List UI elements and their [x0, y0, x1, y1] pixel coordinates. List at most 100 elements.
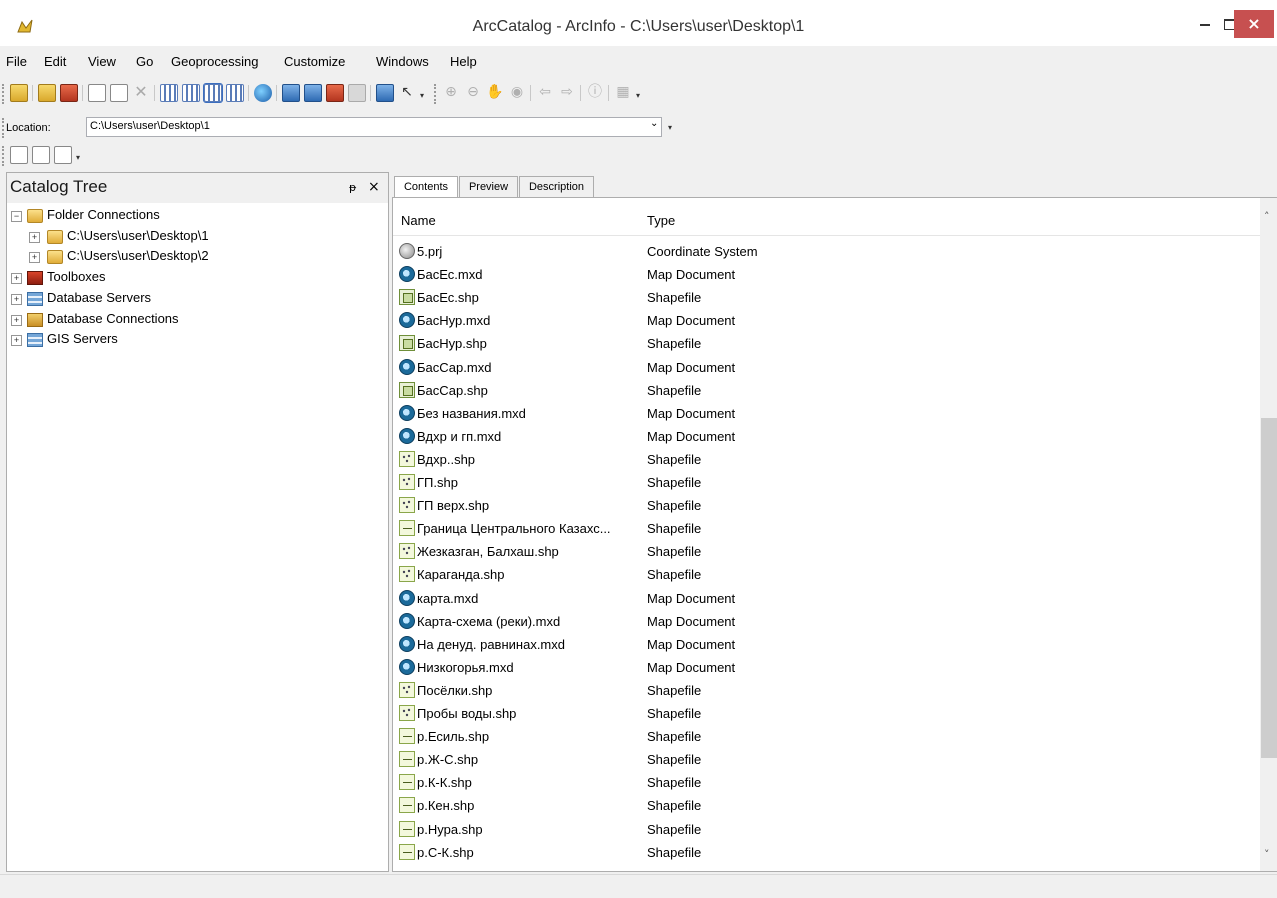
list-item[interactable]: БасЕс.shp Shapefile — [393, 287, 1253, 310]
forward-arrow-icon[interactable]: ⇨ — [558, 84, 576, 102]
scroll-down-icon[interactable]: ˅ — [1264, 848, 1270, 861]
list-item[interactable]: р.С-К.shp Shapefile — [393, 842, 1253, 865]
menu-help[interactable]: Help — [450, 54, 477, 69]
list-item[interactable]: Низкогорья.mxd Map Document — [393, 657, 1253, 680]
list-item[interactable]: р.Есиль.shp Shapefile — [393, 726, 1253, 749]
list-item[interactable]: Жезказган, Балхаш.shp Shapefile — [393, 541, 1253, 564]
expand-icon[interactable]: + — [29, 252, 40, 263]
list-item[interactable]: БасСар.mxd Map Document — [393, 357, 1253, 380]
import-metadata-icon[interactable] — [32, 146, 50, 164]
file-name: р.Кен.shp — [417, 798, 475, 814]
toolbar-grip[interactable] — [2, 146, 7, 166]
close-window-button[interactable]: × — [1234, 10, 1274, 38]
menu-edit[interactable]: Edit — [44, 54, 66, 69]
menu-windows[interactable]: Windows — [376, 54, 429, 69]
toolbar-options-chevron-icon[interactable]: ▾ — [420, 92, 428, 100]
menu-customize[interactable]: Customize — [284, 54, 345, 69]
modelbuilder-icon[interactable] — [376, 84, 394, 102]
list-item[interactable]: р.Кен.shp Shapefile — [393, 795, 1253, 818]
generate-preview-icon[interactable]: ▦ — [614, 84, 632, 102]
menu-view[interactable]: View — [88, 54, 116, 69]
tab-contents[interactable]: Contents — [394, 176, 458, 198]
toolbar-options-chevron-icon[interactable]: ▾ — [636, 92, 644, 100]
edit-metadata-icon[interactable] — [10, 146, 28, 164]
scroll-thumb[interactable] — [1261, 418, 1277, 758]
list-item[interactable]: Вдхр и гп.mxd Map Document — [393, 426, 1253, 449]
list-item[interactable]: Посёлки.shp Shapefile — [393, 680, 1253, 703]
list-item[interactable]: Вдхр..shp Shapefile — [393, 449, 1253, 472]
expand-icon[interactable]: + — [29, 232, 40, 243]
pan-icon[interactable]: ✋ — [486, 84, 504, 102]
zoom-in-icon[interactable]: ⊕ — [442, 84, 460, 102]
arctoolbox-window-icon[interactable] — [326, 84, 344, 102]
folder-icon — [47, 250, 63, 264]
list-item[interactable]: Караганда.shp Shapefile — [393, 564, 1253, 587]
launch-arcmap-icon[interactable] — [254, 84, 272, 102]
file-name: Пробы воды.shp — [417, 706, 517, 721]
menu-go[interactable]: Go — [136, 54, 153, 69]
list-item[interactable]: карта.mxd Map Document — [393, 588, 1253, 611]
large-icons-icon[interactable] — [160, 84, 178, 102]
details-view-icon[interactable] — [203, 83, 223, 103]
list-item[interactable]: На денуд. равнинах.mxd Map Document — [393, 634, 1253, 657]
list-item[interactable]: р.К-К.shp Shapefile — [393, 772, 1253, 795]
list-item[interactable]: ГП верх.shp Shapefile — [393, 495, 1253, 518]
list-item[interactable]: Граница Центрального Казахс... Shapefile — [393, 518, 1253, 541]
expand-icon[interactable]: + — [11, 315, 22, 326]
export-metadata-icon[interactable] — [54, 146, 72, 164]
menu-geoprocessing[interactable]: Geoprocessing — [171, 54, 258, 69]
column-header-name[interactable]: Name — [401, 213, 436, 228]
location-input[interactable]: C:\Users\user\Desktop\1 — [86, 117, 662, 137]
toolbar-grip[interactable] — [2, 84, 7, 104]
close-pane-icon[interactable]: × — [368, 179, 380, 195]
toolbar-options-chevron-icon[interactable]: ▾ — [76, 154, 84, 162]
list-item[interactable]: Пробы воды.shp Shapefile — [393, 703, 1253, 726]
paste-icon[interactable] — [110, 84, 128, 102]
up-one-level-icon[interactable] — [10, 84, 28, 102]
list-item[interactable]: ГП.shp Shapefile — [393, 472, 1253, 495]
file-name: БасСар.mxd — [417, 359, 492, 375]
list-item[interactable]: р.Ж-С.shp Shapefile — [393, 749, 1253, 772]
whats-this-icon[interactable]: ↖ — [398, 84, 416, 102]
expand-icon[interactable]: + — [11, 273, 22, 284]
toolbar-grip[interactable] — [434, 84, 439, 104]
list-item[interactable]: 5.prj Coordinate System — [393, 241, 1253, 264]
list-view-icon[interactable] — [182, 84, 200, 102]
column-header-type[interactable]: Type — [647, 213, 675, 228]
back-arrow-icon[interactable]: ⇦ — [536, 84, 554, 102]
python-window-icon[interactable] — [348, 84, 366, 102]
tab-description[interactable]: Description — [519, 176, 594, 197]
full-extent-icon[interactable]: ◉ — [508, 84, 526, 102]
list-item[interactable]: БасНур.shp Shapefile — [393, 333, 1253, 356]
list-item[interactable]: р.Нура.shp Shapefile — [393, 819, 1253, 842]
list-item[interactable]: БасЕс.mxd Map Document — [393, 264, 1253, 287]
file-name: р.Нура.shp — [417, 821, 483, 837]
zoom-out-icon[interactable]: ⊖ — [464, 84, 482, 102]
list-item[interactable]: БасНур.mxd Map Document — [393, 310, 1253, 333]
scroll-up-icon[interactable]: ˄ — [1264, 210, 1270, 223]
list-item[interactable]: Карта-схема (реки).mxd Map Document — [393, 611, 1253, 634]
disconnect-folder-icon[interactable] — [60, 84, 78, 102]
tab-preview[interactable]: Preview — [459, 176, 518, 197]
toolbar-separator — [248, 85, 249, 101]
connect-to-folder-icon[interactable] — [38, 84, 56, 102]
delete-icon[interactable]: ✕ — [132, 84, 150, 102]
search-window-icon[interactable] — [304, 84, 322, 102]
collapse-icon[interactable]: − — [11, 211, 22, 222]
location-dropdown-icon[interactable]: ⌄ — [650, 118, 658, 129]
thumbnails-view-icon[interactable] — [226, 84, 244, 102]
list-item[interactable]: Без названия.mxd Map Document — [393, 403, 1253, 426]
copy-icon[interactable] — [88, 84, 106, 102]
catalog-tree-window-icon[interactable] — [282, 84, 300, 102]
menu-file[interactable]: File — [6, 54, 27, 69]
file-name: 5.prj — [417, 244, 443, 259]
expand-icon[interactable]: + — [11, 335, 22, 346]
folder-icon — [47, 230, 63, 244]
expand-icon[interactable]: + — [11, 294, 22, 305]
list-item[interactable]: БасСар.shp Shapefile — [393, 380, 1253, 403]
toolbar-options-chevron-icon[interactable]: ▾ — [668, 124, 676, 132]
toolbar-separator — [370, 85, 371, 101]
pin-icon[interactable]: ᵽ — [349, 181, 356, 194]
vertical-scrollbar[interactable]: ˄ ˅ — [1260, 198, 1277, 871]
identify-icon[interactable]: ⓘ — [586, 84, 604, 102]
